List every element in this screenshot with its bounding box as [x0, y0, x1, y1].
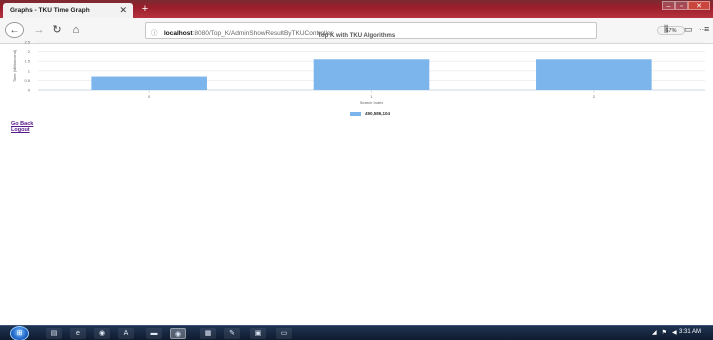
screen: Graphs - TKU Time Graph ✕ + – ▫ ✕ ← → ↻ …	[0, 0, 713, 340]
tab-title: Graphs - TKU Time Graph	[10, 7, 90, 14]
page-links: Go Back Logout	[11, 121, 33, 133]
windows-taskbar: ⊞ ▤ e ◉ A ▬ ◉ ▦ ✎ ▣ ▭ ◢ ⚑ ◀ 3:31 AM	[0, 325, 713, 340]
logout-link[interactable]: Logout	[11, 127, 33, 133]
acrobat-taskbar-icon[interactable]: A	[118, 328, 134, 339]
start-button[interactable]: ⊞	[10, 326, 29, 340]
media-taskbar-icon[interactable]: ▣	[250, 328, 266, 339]
y-tick-label: 0.5	[24, 78, 30, 83]
maximize-icon[interactable]: ▫	[675, 1, 688, 10]
remote-taskbar-icon[interactable]: ▭	[276, 328, 292, 339]
x-tick-label: 0	[148, 94, 151, 99]
system-tray: ◢ ⚑ ◀	[652, 329, 682, 336]
y-tick-label: 1.5	[24, 59, 30, 64]
browser-tab-strip: Graphs - TKU Time Graph ✕ + – ▫ ✕	[0, 0, 713, 18]
bar	[536, 59, 652, 90]
paint-taskbar-icon[interactable]: ✎	[224, 328, 240, 339]
y-tick-label: 1	[28, 68, 31, 73]
y-axis-label: Time (Millisecond)	[12, 49, 17, 82]
explorer-taskbar-icon[interactable]: ▤	[46, 328, 62, 339]
y-tick-label: 0	[28, 88, 31, 93]
windows-logo-icon: ⊞	[16, 330, 23, 337]
close-window-icon[interactable]: ✕	[688, 1, 710, 10]
flag-icon[interactable]: ⚑	[662, 330, 667, 336]
y-tick-label: 2	[28, 49, 31, 54]
browser-tab[interactable]: Graphs - TKU Time Graph ✕	[3, 3, 133, 18]
minimize-icon[interactable]: –	[662, 1, 675, 10]
ie-taskbar-icon[interactable]: e	[70, 328, 86, 339]
app-taskbar-icon[interactable]: ▬	[146, 328, 162, 339]
volume-icon[interactable]: ◀	[672, 330, 677, 336]
window-controls: – ▫ ✕	[662, 1, 710, 11]
chart-legend[interactable]: 490,586,104	[350, 110, 390, 117]
folder-taskbar-icon[interactable]: ▦	[200, 328, 216, 339]
new-tab-icon[interactable]: +	[138, 3, 152, 15]
bar	[91, 76, 207, 90]
bar	[313, 59, 430, 90]
taskbar-clock[interactable]: 3:31 AM	[679, 329, 701, 335]
browser-active-taskbar-icon[interactable]: ◉	[170, 328, 186, 339]
bar-chart: 0 0.5 1 1.5 2 2.5 Time (Millisecond) 0 1 2 Search …	[12, 40, 705, 105]
tab-close-icon[interactable]: ✕	[119, 5, 127, 16]
y-tick-label: 2.5	[24, 40, 30, 45]
x-axis-label: Search Index	[360, 100, 384, 105]
legend-label: 490,586,104	[365, 111, 391, 116]
firefox-taskbar-icon[interactable]: ◉	[94, 328, 110, 339]
network-icon[interactable]: ◢	[652, 330, 657, 336]
x-tick-label: 2	[593, 94, 596, 99]
legend-swatch	[350, 111, 361, 116]
x-tick-label: 1	[370, 94, 373, 99]
